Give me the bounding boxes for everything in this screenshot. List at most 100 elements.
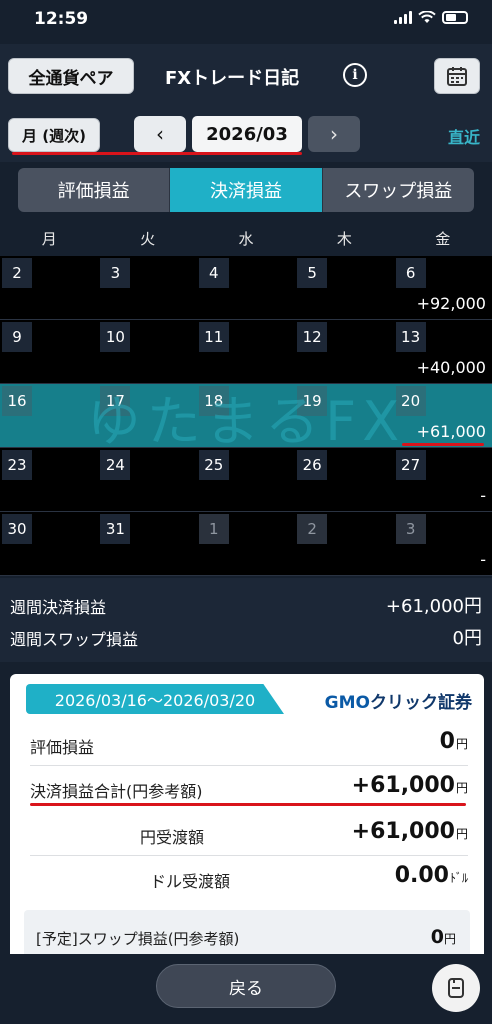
day-number: 18 [198, 386, 229, 416]
day-cell[interactable]: 19 [295, 384, 393, 447]
document-icon [448, 978, 464, 998]
recent-link[interactable]: 直近 [448, 124, 480, 148]
day-pnl-value: +61,000 [416, 422, 486, 441]
day-number: 27 [395, 450, 426, 480]
row-value: 0.00ﾄﾞﾙ [394, 863, 468, 888]
weekday-label: 木 [336, 230, 352, 248]
page-title: FXトレード日記 [165, 68, 300, 89]
calendar-icon [447, 67, 467, 86]
weekly-settled-value: +61,000円 [385, 596, 482, 617]
prev-month-button[interactable]: ‹ [134, 116, 186, 152]
info-icon[interactable]: i [343, 63, 367, 87]
day-number-next-month: 2 [297, 514, 328, 544]
day-pnl-value: - [480, 550, 486, 569]
day-number: 19 [297, 386, 328, 416]
status-bar: 12:59 [0, 0, 492, 44]
annotation-underline [30, 803, 466, 806]
day-number: 16 [2, 386, 32, 416]
day-number: 3 [100, 258, 131, 288]
signal-icon [394, 11, 412, 24]
status-icons [394, 11, 468, 24]
day-number: 24 [100, 450, 131, 480]
calendar-grid: 2 3 4 5 6 +92,000 9 10 11 12 13 +40,000 16… [0, 256, 492, 576]
day-number: 23 [2, 450, 32, 480]
day-cell[interactable]: 17 [98, 384, 196, 447]
back-button[interactable]: 戻る [156, 964, 336, 1008]
row-label: 評価損益 [30, 738, 95, 757]
day-number: 11 [198, 322, 229, 352]
menu-button[interactable] [432, 964, 480, 1012]
day-cell[interactable]: 20 +61,000 [394, 384, 492, 447]
weekly-swap-row: 週間スワップ損益 0円 [0, 622, 492, 652]
day-cell[interactable]: 3 [98, 256, 196, 319]
day-number: 25 [198, 450, 229, 480]
day-cell[interactable]: 11 [197, 320, 295, 383]
day-cell[interactable]: 30 [0, 512, 98, 575]
week-row[interactable]: 2 3 4 5 6 +92,000 [0, 256, 492, 320]
day-cell[interactable]: 6 +92,000 [394, 256, 492, 319]
row-value: 0円 [439, 729, 468, 754]
pnl-tabs: 評価損益 決済損益 スワップ損益 [18, 168, 474, 212]
app-header: 全通貨ペア FXトレード日記 i [0, 44, 492, 106]
day-cell[interactable]: 26 [295, 448, 393, 511]
tab-swap[interactable]: スワップ損益 [322, 168, 474, 212]
day-number: 12 [297, 322, 328, 352]
annotation-underline [12, 152, 302, 155]
day-cell[interactable]: 27 - [394, 448, 492, 511]
week-row[interactable]: 9 10 11 12 13 +40,000 [0, 320, 492, 384]
next-month-button[interactable]: › [308, 116, 360, 152]
row-value: +61,000円 [351, 773, 468, 798]
weekly-settled-row: 週間決済損益 +61,000円 [0, 590, 492, 620]
week-row[interactable]: 23 24 25 26 27 - [0, 448, 492, 512]
day-cell[interactable]: 9 [0, 320, 98, 383]
weekday-header: 月 火 水 木 金 [0, 222, 492, 256]
day-cell[interactable]: 13 +40,000 [394, 320, 492, 383]
day-number: 2 [2, 258, 32, 288]
calendar-button[interactable] [434, 58, 480, 94]
day-cell[interactable]: 5 [295, 256, 393, 319]
day-pnl-value: - [480, 486, 486, 505]
day-cell[interactable]: 4 [197, 256, 295, 319]
gmo-logo: GMOクリック証券 [325, 688, 472, 713]
day-cell[interactable]: 2 [0, 256, 98, 319]
day-cell[interactable]: 12 [295, 320, 393, 383]
day-cell[interactable]: 3- [394, 512, 492, 575]
weekday-label: 金 [435, 230, 451, 248]
day-cell[interactable]: 10 [98, 320, 196, 383]
weekly-settled-label: 週間決済損益 [10, 598, 107, 617]
currency-pair-button[interactable]: 全通貨ペア [8, 58, 134, 94]
day-number: 30 [2, 514, 32, 544]
day-cell[interactable]: 25 [197, 448, 295, 511]
weekday-label: 火 [140, 230, 156, 248]
day-cell[interactable]: 31 [98, 512, 196, 575]
row-label: 決済損益合計(円参考額) [30, 782, 203, 801]
day-cell[interactable]: 16 [0, 384, 98, 447]
scheduled-swap-label: [予定]スワップ損益(円参考額) [36, 930, 240, 948]
day-pnl-value: +40,000 [416, 358, 486, 377]
weekly-swap-value: 0円 [452, 628, 482, 649]
day-cell[interactable]: 24 [98, 448, 196, 511]
row-label: ドル受渡額 [150, 872, 231, 891]
weekly-summary: 週間決済損益 +61,000円 週間スワップ損益 0円 [0, 578, 492, 662]
week-row[interactable]: 30 31 1 2 3- [0, 512, 492, 576]
month-display[interactable]: 2026/03 [192, 116, 302, 152]
day-cell[interactable]: 2 [295, 512, 393, 575]
weekly-swap-label: 週間スワップ損益 [10, 630, 139, 649]
day-cell[interactable]: 18 [197, 384, 295, 447]
row-label: 円受渡額 [140, 828, 205, 847]
day-number: 13 [395, 322, 426, 352]
week-row-selected[interactable]: 16 17 18 19 20 +61,000 ゆたまるFX [0, 384, 492, 453]
day-cell[interactable]: 23 [0, 448, 98, 511]
day-number: 26 [297, 450, 328, 480]
status-time: 12:59 [34, 9, 89, 29]
view-mode-button[interactable]: 月 (週次) [8, 118, 100, 152]
annotation-underline [402, 443, 484, 446]
day-cell[interactable]: 1 [197, 512, 295, 575]
tab-settled[interactable]: 決済損益 [170, 168, 323, 212]
scheduled-swap-value: 0円 [430, 926, 456, 948]
day-number-next-month: 1 [198, 514, 229, 544]
battery-icon [442, 11, 468, 24]
day-pnl-value: +92,000 [416, 294, 486, 313]
logo-suffix: クリック証券 [370, 693, 472, 713]
tab-unrealized[interactable]: 評価損益 [18, 168, 171, 212]
